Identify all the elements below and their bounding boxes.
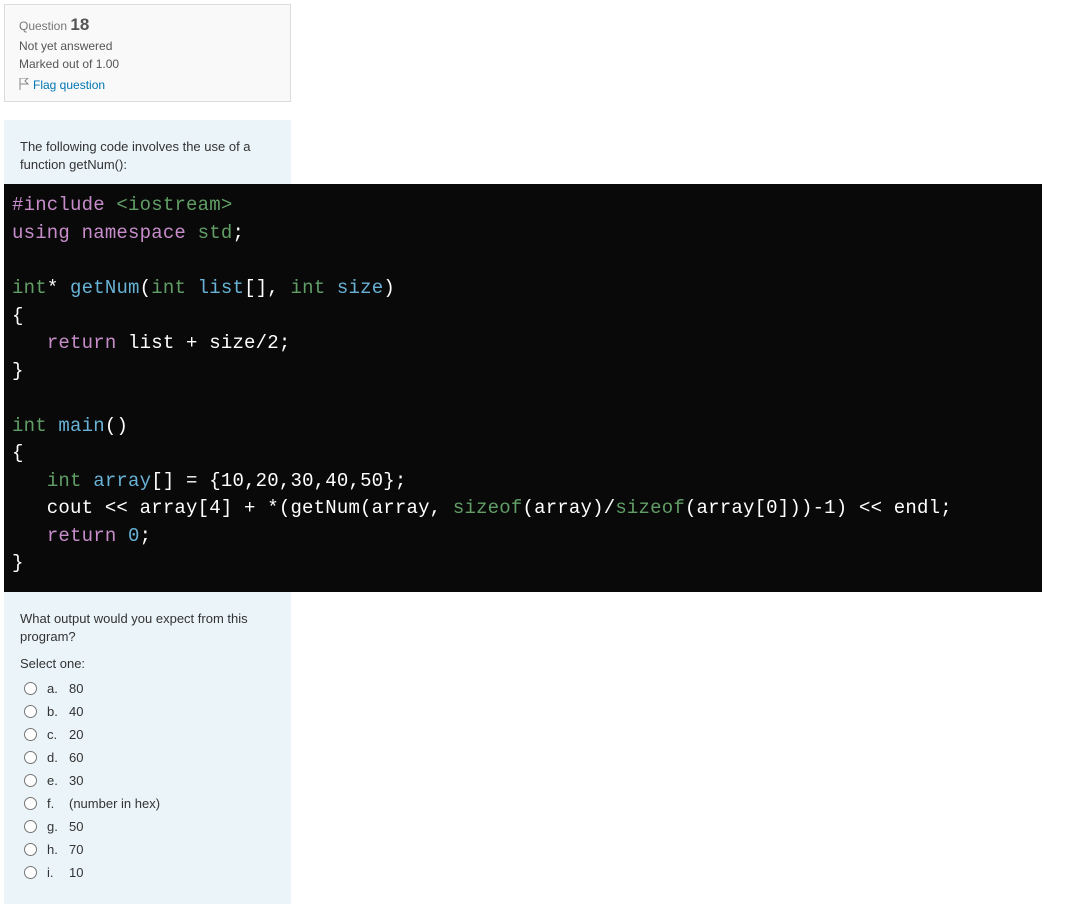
option-f-radio[interactable] — [24, 797, 37, 810]
option-c[interactable]: c. 20 — [20, 723, 275, 746]
option-letter: d. — [47, 750, 69, 765]
select-prompt: Select one: — [4, 656, 291, 677]
option-d-radio[interactable] — [24, 751, 37, 764]
option-text: 20 — [69, 727, 83, 742]
question-info-box: Question 18 Not yet answered Marked out … — [4, 4, 291, 102]
option-e-radio[interactable] — [24, 774, 37, 787]
option-text: 70 — [69, 842, 83, 857]
option-i[interactable]: i. 10 — [20, 861, 275, 884]
option-e[interactable]: e. 30 — [20, 769, 275, 792]
question-body: The following code involves the use of a… — [4, 120, 291, 904]
option-a-radio[interactable] — [24, 682, 37, 695]
option-g-radio[interactable] — [24, 820, 37, 833]
option-text: 40 — [69, 704, 83, 719]
option-b[interactable]: b. 40 — [20, 700, 275, 723]
option-text: 10 — [69, 865, 83, 880]
question-marks: Marked out of 1.00 — [19, 57, 276, 71]
option-text: (number in hex) — [69, 796, 160, 811]
option-text: 60 — [69, 750, 83, 765]
question-status: Not yet answered — [19, 39, 276, 53]
option-text: 30 — [69, 773, 83, 788]
question-number-line: Question 18 — [19, 15, 276, 35]
option-b-radio[interactable] — [24, 705, 37, 718]
option-letter: c. — [47, 727, 69, 742]
option-letter: h. — [47, 842, 69, 857]
option-a[interactable]: a. 80 — [20, 677, 275, 700]
option-letter: e. — [47, 773, 69, 788]
option-letter: b. — [47, 704, 69, 719]
code-block: #include <iostream> using namespace std;… — [4, 184, 1042, 592]
flag-icon — [19, 78, 29, 93]
option-letter: g. — [47, 819, 69, 834]
option-text: 80 — [69, 681, 83, 696]
option-f[interactable]: f. (number in hex) — [20, 792, 275, 815]
question-label: Question — [19, 19, 67, 33]
flag-question-text: Flag question — [33, 78, 105, 92]
option-g[interactable]: g. 50 — [20, 815, 275, 838]
option-c-radio[interactable] — [24, 728, 37, 741]
option-letter: a. — [47, 681, 69, 696]
option-text: 50 — [69, 819, 83, 834]
option-d[interactable]: d. 60 — [20, 746, 275, 769]
option-i-radio[interactable] — [24, 866, 37, 879]
question-after-code: What output would you expect from this p… — [4, 592, 291, 656]
option-h-radio[interactable] — [24, 843, 37, 856]
option-letter: f. — [47, 796, 69, 811]
question-intro: The following code involves the use of a… — [4, 120, 291, 184]
question-number: 18 — [70, 15, 89, 34]
option-h[interactable]: h. 70 — [20, 838, 275, 861]
options-list: a. 80 b. 40 c. 20 d. 60 e. 30 f. (number… — [4, 677, 291, 904]
option-letter: i. — [47, 865, 69, 880]
flag-question-link[interactable]: Flag question — [19, 78, 105, 92]
